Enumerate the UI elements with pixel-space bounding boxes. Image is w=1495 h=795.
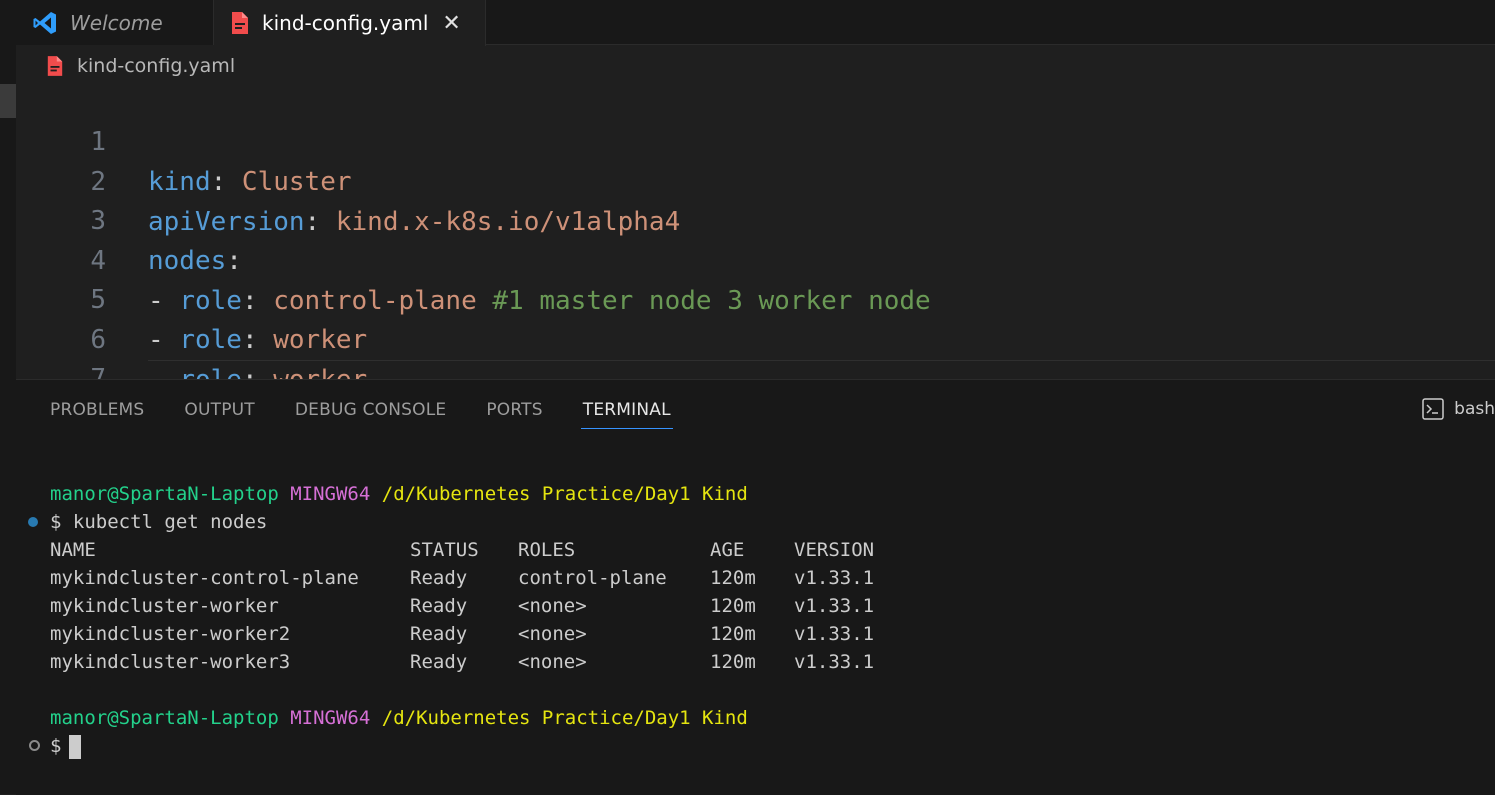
cell-name: mykindcluster-worker (50, 595, 279, 617)
code-line: 4 - role: control-plane #1 master node 3… (16, 201, 930, 316)
yaml-value: worker (257, 325, 368, 355)
prompt-path: /d/Kubernetes Practice/Day1 Kind (381, 483, 748, 505)
command-pending-decoration[interactable] (29, 740, 40, 751)
yaml-key: nodes (148, 246, 227, 276)
cell-version: v1.33.1 (794, 595, 875, 617)
vscode-logo-icon (32, 10, 58, 36)
tab-ports[interactable]: PORTS (486, 400, 542, 430)
terminal-cursor (69, 734, 82, 759)
editor-tab-bar: Welcome kind-config.yaml ✕ (16, 0, 1495, 46)
tab-terminal[interactable]: TERMINAL (580, 400, 673, 430)
cell-age: 120m (710, 567, 756, 589)
yaml-key: role (179, 325, 242, 355)
panel-tab-bar: PROBLEMS OUTPUT DEBUG CONSOLE PORTS TERM… (50, 400, 711, 430)
cell-name: mykindcluster-worker2 (50, 623, 291, 645)
tab-label: Welcome (70, 10, 163, 35)
yaml-key: apiVersion (148, 206, 305, 237)
code-line: 1 kind: Cluster (16, 82, 351, 197)
input-line[interactable]: $ (29, 732, 1490, 760)
close-icon[interactable]: ✕ (442, 11, 460, 36)
current-line-highlight (148, 360, 1495, 379)
code-line: 6 - role: worker (16, 280, 367, 380)
yaml-value: kind.x-k8s.io/v1alpha4 (320, 206, 681, 237)
prompt-line: manor@SpartaN-Laptop MINGW64 /d/Kubernet… (50, 480, 1490, 508)
yaml-key: role (179, 285, 242, 316)
prompt-line: manor@SpartaN-Laptop MINGW64 /d/Kubernet… (50, 704, 1490, 732)
terminal-shell-selector[interactable]: bash (1422, 398, 1495, 420)
input-prompt: $ (50, 735, 62, 757)
cell-age: 120m (710, 623, 756, 645)
cell-status: Ready (410, 595, 468, 617)
terminal-icon (1422, 398, 1444, 420)
shell-name: bash (1454, 399, 1495, 419)
header-version: VERSION (794, 539, 875, 561)
breadcrumb[interactable]: kind-config.yaml (46, 52, 235, 80)
table-row: mykindcluster-worker2 Ready <none> 120m v1.3… (50, 620, 1490, 648)
prompt-user: manor@SpartaN-Laptop (50, 707, 279, 729)
table-row: mykindcluster-worker3 Ready <none> 120m v1.3… (50, 648, 1490, 676)
header-age: AGE (710, 539, 745, 561)
prompt-user: manor@SpartaN-Laptop (50, 483, 279, 505)
yaml-dash: - (148, 285, 180, 316)
tab-output[interactable]: OUTPUT (184, 400, 255, 430)
cell-age: 120m (710, 595, 756, 617)
cell-version: v1.33.1 (794, 651, 875, 673)
command-text: $ kubectl get nodes (50, 511, 268, 533)
yaml-colon: : (304, 206, 321, 237)
yaml-colon: : (226, 246, 242, 276)
code-line: 3 nodes: (16, 161, 242, 276)
cell-roles: control-plane (518, 567, 667, 589)
tab-kind-config[interactable]: kind-config.yaml ✕ (214, 0, 486, 46)
code-line: 5 - role: worker (16, 240, 367, 355)
yaml-colon: : (210, 167, 227, 197)
tab-debug-console[interactable]: DEBUG CONSOLE (295, 400, 446, 430)
table-row: mykindcluster-worker Ready <none> 120m v1.33… (50, 592, 1490, 620)
yaml-dash: - (148, 325, 180, 355)
cell-version: v1.33.1 (794, 567, 875, 589)
code-line: 2 apiVersion: kind.x-k8s.io/v1alpha4 (16, 122, 680, 237)
yaml-file-icon (46, 55, 64, 77)
yaml-value: control-plane (257, 285, 477, 316)
code-line: 7 - role: worker (16, 319, 106, 379)
cell-name: mykindcluster-worker3 (50, 651, 291, 673)
header-roles: ROLES (518, 539, 576, 561)
breadcrumb-file: kind-config.yaml (77, 55, 236, 77)
table-row: mykindcluster-control-plane Ready control-… (50, 564, 1490, 592)
bottom-panel: PROBLEMS OUTPUT DEBUG CONSOLE PORTS TERM… (16, 379, 1495, 795)
cell-age: 120m (710, 651, 756, 673)
cell-roles: <none> (518, 623, 587, 645)
command-line: $ kubectl get nodes (28, 508, 1490, 536)
cell-version: v1.33.1 (794, 623, 875, 645)
scroll-marker (0, 84, 16, 118)
cell-roles: <none> (518, 651, 587, 673)
header-status: STATUS (410, 539, 479, 561)
yaml-key: kind (148, 167, 211, 197)
tab-label: kind-config.yaml (262, 11, 429, 35)
command-success-decoration[interactable] (28, 517, 38, 527)
tab-problems[interactable]: PROBLEMS (50, 400, 144, 430)
cell-roles: <none> (518, 595, 587, 617)
yaml-comment: #1 master node 3 worker node (476, 285, 931, 316)
terminal-output[interactable]: manor@SpartaN-Laptop MINGW64 /d/Kubernet… (28, 480, 1490, 760)
cell-status: Ready (410, 623, 468, 645)
cell-name: mykindcluster-control-plane (50, 567, 359, 589)
yaml-colon: : (241, 325, 258, 355)
table-header: NAME STATUS ROLES AGE VERSION (50, 536, 1490, 564)
code-editor[interactable]: 1 kind: Cluster 2 apiVersion: kind.x-k8s… (16, 82, 1495, 379)
prompt-env: MINGW64 (290, 483, 371, 505)
prompt-path: /d/Kubernetes Practice/Day1 Kind (381, 707, 748, 729)
prompt-env: MINGW64 (290, 707, 371, 729)
code-line: 8 (16, 359, 79, 380)
tab-welcome[interactable]: Welcome (16, 0, 214, 45)
cell-status: Ready (410, 651, 468, 673)
activity-bar-edge (0, 0, 16, 794)
yaml-colon: : (241, 285, 258, 316)
yaml-file-icon (230, 11, 250, 35)
cell-status: Ready (410, 567, 468, 589)
header-name: NAME (50, 539, 96, 561)
yaml-value: Cluster (226, 167, 352, 197)
